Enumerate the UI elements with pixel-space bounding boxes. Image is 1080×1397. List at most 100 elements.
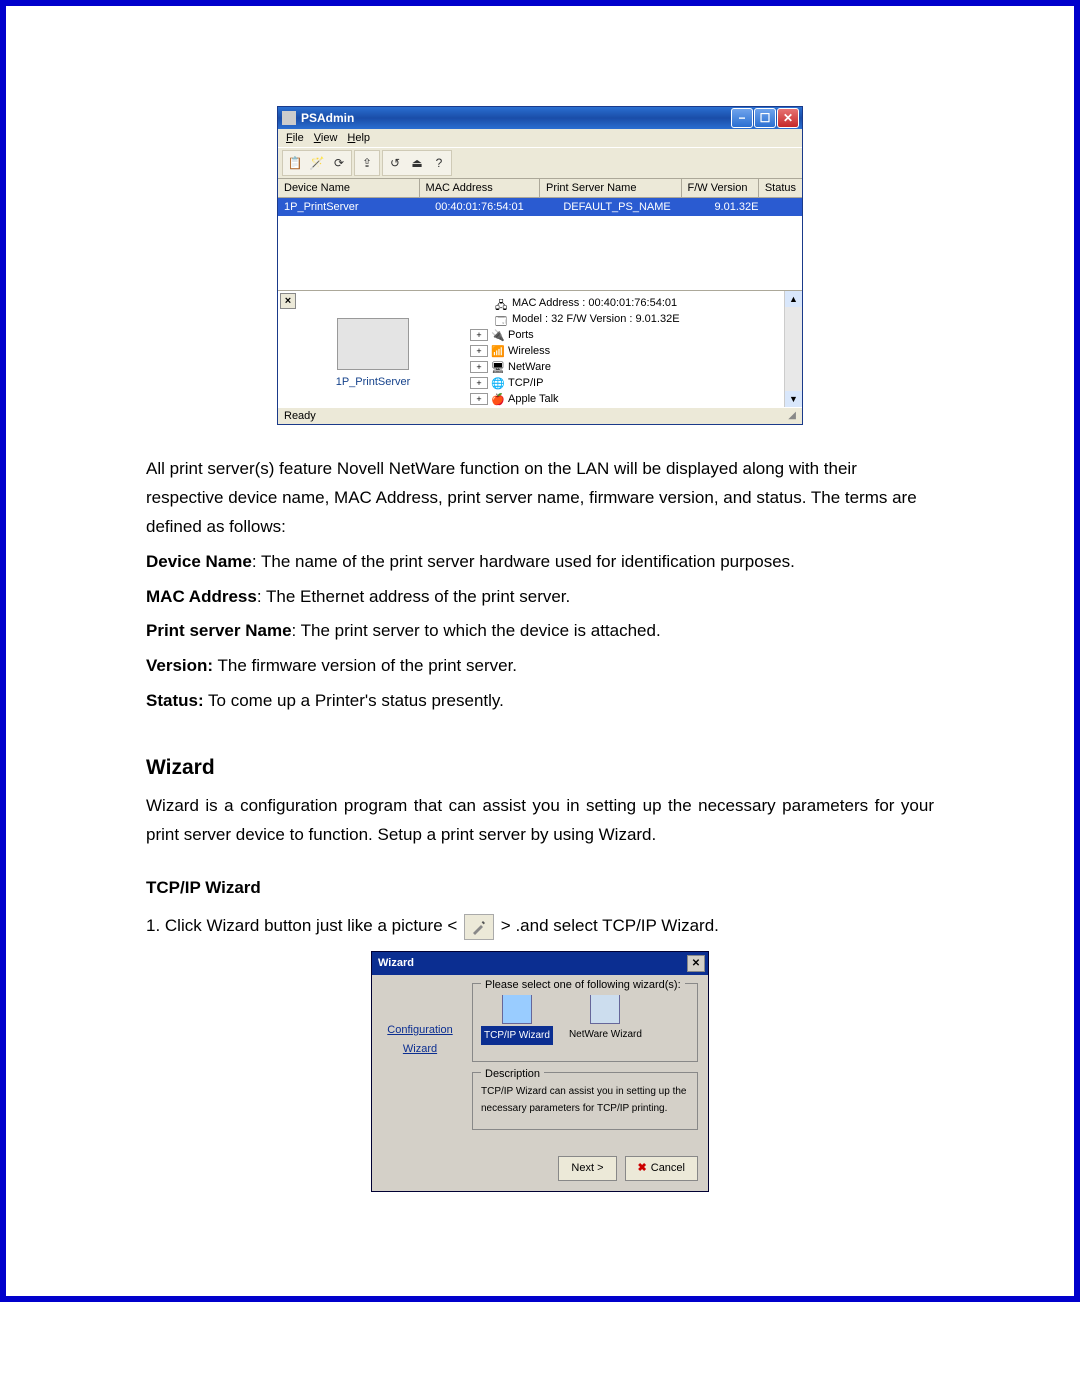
toolbar-wizard-icon[interactable]: 🪄 [306,152,328,174]
cell-mac: 00:40:01:76:54:01 [429,198,557,216]
statusbar: Ready ◢ [278,407,802,424]
description-group: Description TCP/IP Wizard can assist you… [472,1072,698,1130]
table-row[interactable]: 1P_PrintServer 00:40:01:76:54:01 DEFAULT… [278,198,802,216]
heading-wizard: Wizard [146,750,934,786]
def-device: Device Name: The name of the print serve… [146,548,934,577]
wizard-close-button[interactable]: ✕ [687,955,705,972]
tcpip-wizard-label: TCP/IP Wizard [481,1026,553,1045]
def-version-label: Version: [146,656,213,675]
def-mac-label: MAC Address [146,587,257,606]
wizard-titlebar: Wizard ✕ [372,952,708,975]
col-status[interactable]: Status [759,179,802,197]
toolbar-properties-icon[interactable]: 📋 [284,152,306,174]
toolbar-reboot-icon[interactable]: ⏏ [406,152,428,174]
window-controls: − ☐ ✕ [731,108,799,128]
def-device-text: : The name of the print server hardware … [252,552,795,571]
def-psname-text: : The print server to which the device i… [292,621,661,640]
psadmin-window: PSAdmin − ☐ ✕ File View Help 📋 [277,106,803,425]
cell-ps-name: DEFAULT_PS_NAME [557,198,708,216]
tree-model: Model : 32 F/W Version : 9.01.32E [512,313,680,325]
menubar: File View Help [278,129,802,147]
wizard-dialog: Wizard ✕ Configuration Wizard Please sel… [371,951,709,1191]
def-psname-label: Print server Name [146,621,292,640]
device-list: 1P_PrintServer 00:40:01:76:54:01 DEFAULT… [278,198,802,290]
printer-icon [337,318,409,370]
expand-icon[interactable]: + [470,393,488,405]
cell-fw: 9.01.32E [708,198,790,216]
detail-pane: × 1P_PrintServer 🖧MAC Address : 00:40:01… [278,291,802,407]
detail-caption: 1P_PrintServer [336,376,411,394]
menu-file[interactable]: File [286,132,304,144]
network-icon: 🖧 [495,297,509,309]
detail-tree: 🖧MAC Address : 00:40:01:76:54:01 🗔Model … [468,291,784,407]
netware-wizard-label: NetWare Wizard [569,1026,642,1043]
col-device-name[interactable]: Device Name [278,179,420,197]
cancel-button[interactable]: ✖Cancel [625,1156,698,1181]
heading-tcpip-wizard: TCP/IP Wizard [146,874,934,903]
tree-netware[interactable]: NetWare [508,361,551,373]
toolbar-help-icon[interactable]: ? [428,152,450,174]
wizard-screenshot: Wizard ✕ Configuration Wizard Please sel… [146,951,934,1191]
expand-icon[interactable]: + [470,345,488,357]
menu-view[interactable]: View [314,132,338,144]
psadmin-screenshot: PSAdmin − ☐ ✕ File View Help 📋 [56,106,1024,425]
wizard-wand-icon [464,914,494,940]
expand-icon[interactable]: + [470,377,488,389]
description-legend: Description [481,1065,544,1084]
vertical-scrollbar[interactable]: ▲ ▼ [784,291,802,407]
appletalk-icon: 🍎 [491,393,505,405]
next-button[interactable]: Next > [558,1156,616,1181]
expand-icon[interactable]: + [470,361,488,373]
select-wizard-legend: Please select one of following wizard(s)… [481,976,685,995]
titlebar: PSAdmin − ☐ ✕ [278,107,802,129]
maximize-button[interactable]: ☐ [754,108,776,128]
toolbar-refresh-icon[interactable]: ⟳ [328,152,350,174]
window-title: PSAdmin [301,111,354,125]
document-body: All print server(s) feature Novell NetWa… [146,455,934,1192]
close-button[interactable]: ✕ [777,108,799,128]
tree-ports[interactable]: Ports [508,329,534,341]
tcpip-wizard-option[interactable]: TCP/IP Wizard [481,994,553,1045]
menu-help[interactable]: Help [347,132,370,144]
scroll-down-icon[interactable]: ▼ [785,391,802,407]
cell-device-name: 1P_PrintServer [278,198,429,216]
wizard-button-bar: Next > ✖Cancel [372,1150,708,1191]
def-mac: MAC Address: The Ethernet address of the… [146,583,934,612]
step-1: 1. Click Wizard button just like a pictu… [146,912,934,941]
wizard-title: Wizard [378,954,414,973]
list-header: Device Name MAC Address Print Server Nam… [278,179,802,198]
col-mac-address[interactable]: MAC Address [420,179,540,197]
select-wizard-group: Please select one of following wizard(s)… [472,983,698,1062]
netware-wizard-option[interactable]: NetWare Wizard [569,994,642,1043]
app-icon [282,111,296,125]
toolbar-upgrade-icon[interactable]: ⇪ [356,152,378,174]
toolbar-reset-icon[interactable]: ↺ [384,152,406,174]
def-version-text: The firmware version of the print server… [213,656,517,675]
status-text: Ready [284,410,316,422]
tree-tcpip[interactable]: TCP/IP [508,377,543,389]
scroll-up-icon[interactable]: ▲ [785,291,802,307]
def-status: Status: To come up a Printer's status pr… [146,687,934,716]
step1-post: > .and select TCP/IP Wizard. [501,916,719,935]
model-icon: 🗔 [495,313,509,325]
cancel-x-icon: ✖ [638,1159,647,1178]
tree-appletalk[interactable]: Apple Talk [508,393,559,405]
expand-icon[interactable]: + [470,329,488,341]
minimize-button[interactable]: − [731,108,753,128]
wizard-paragraph: Wizard is a configuration program that c… [146,792,934,850]
tree-wireless[interactable]: Wireless [508,345,550,357]
def-psname: Print server Name: The print server to w… [146,617,934,646]
def-status-label: Status: [146,691,204,710]
def-device-label: Device Name [146,552,252,571]
col-ps-name[interactable]: Print Server Name [540,179,682,197]
description-text: TCP/IP Wizard can assist you in setting … [481,1083,689,1117]
tcpip-icon: 🌐 [491,377,505,389]
configuration-wizard-link[interactable]: Configuration Wizard [372,1021,468,1058]
detail-left: × 1P_PrintServer [278,291,468,407]
globe-icon [502,994,532,1024]
def-status-text: To come up a Printer's status presently. [204,691,504,710]
tree-mac: MAC Address : 00:40:01:76:54:01 [512,297,677,309]
close-pane-icon[interactable]: × [280,293,296,309]
resize-grip-icon[interactable]: ◢ [788,410,796,422]
col-fw-version[interactable]: F/W Version [682,179,759,197]
